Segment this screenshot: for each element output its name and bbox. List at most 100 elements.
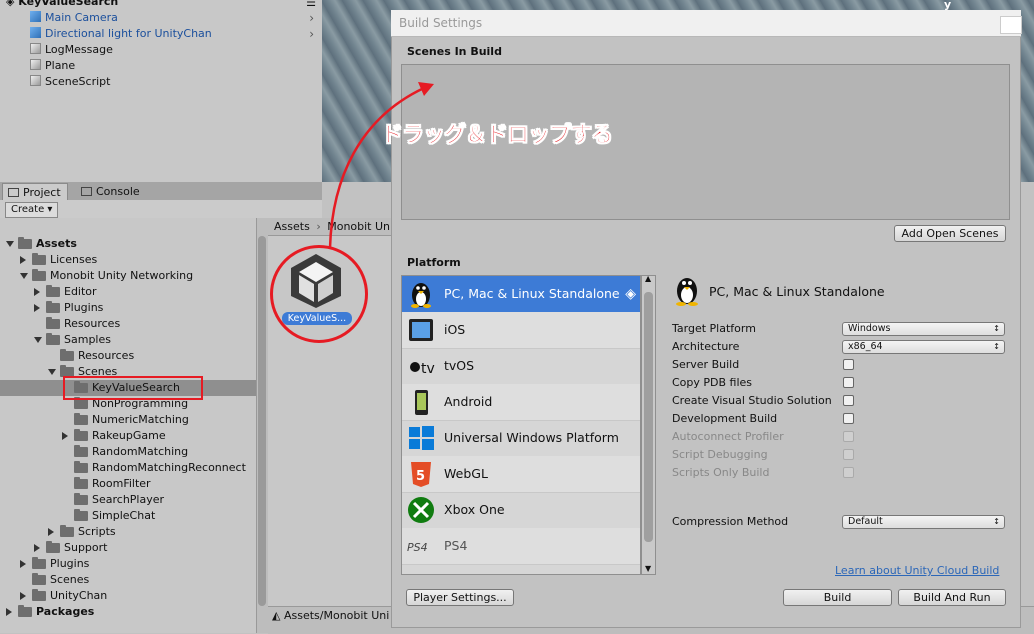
platform-item-label: iOS <box>444 322 466 337</box>
platform-item[interactable]: 5 WebGL <box>402 456 640 493</box>
tree-item[interactable]: Scenes <box>0 572 256 588</box>
tree-item[interactable]: Editor <box>0 284 256 300</box>
scroll-down-arrow-icon[interactable]: ▼ <box>645 564 651 573</box>
platform-item-label: tvOS <box>444 358 475 373</box>
tree-item[interactable]: Resources <box>0 316 256 332</box>
tree-scrollbar-thumb[interactable] <box>258 236 266 606</box>
tree-item[interactable]: Plugins <box>0 300 256 316</box>
expand-open-icon[interactable] <box>48 369 56 375</box>
expand-closed-icon[interactable] <box>20 592 26 600</box>
setting-dropdown[interactable]: Windows <box>842 322 1005 336</box>
setting-label: Create Visual Studio Solution <box>672 394 832 407</box>
tree-item-label: Packages <box>36 605 95 618</box>
tree-item[interactable]: UnityChan <box>0 588 256 604</box>
scroll-up-arrow-icon[interactable]: ▲ <box>645 274 651 283</box>
create-button[interactable]: Create ▾ <box>5 202 59 218</box>
folder-icon <box>46 317 60 329</box>
expand-closed-icon[interactable] <box>48 528 54 536</box>
tree-item[interactable]: RandomMatchingReconnect <box>0 460 256 476</box>
add-open-scenes-button[interactable]: Add Open Scenes <box>894 225 1006 242</box>
svg-text:tv: tv <box>421 361 435 377</box>
platform-item[interactable]: Universal Windows Platform <box>402 420 640 457</box>
setting-checkbox[interactable] <box>843 377 854 388</box>
expand-open-icon[interactable] <box>34 337 42 343</box>
tree-item[interactable]: Samples <box>0 332 256 348</box>
expand-open-icon[interactable] <box>6 241 14 247</box>
tree-item[interactable]: NumericMatching <box>0 412 256 428</box>
tree-item[interactable]: Plugins <box>0 556 256 572</box>
expand-closed-icon[interactable] <box>34 544 40 552</box>
tree-item[interactable]: Resources <box>0 348 256 364</box>
platform-item[interactable]: PS4 PS4 <box>402 528 640 565</box>
expand-closed-icon[interactable] <box>6 608 12 616</box>
expand-closed-icon[interactable] <box>34 304 40 312</box>
unity-logo-icon[interactable] <box>285 250 347 312</box>
setting-dropdown[interactable]: x86_64 <box>842 340 1005 354</box>
tree-item[interactable]: Support <box>0 540 256 556</box>
setting-label: Development Build <box>672 412 778 425</box>
platform-scrollbar-thumb[interactable] <box>644 292 653 542</box>
tree-item[interactable]: Scripts <box>0 524 256 540</box>
build-and-run-button[interactable]: Build And Run <box>898 589 1006 606</box>
hierarchy-item[interactable]: LogMessage <box>30 42 320 58</box>
folder-icon <box>32 253 46 265</box>
tree-item[interactable]: Packages <box>0 604 256 620</box>
player-settings-button[interactable]: Player Settings... <box>406 589 514 606</box>
android-phone-icon <box>415 390 428 415</box>
setting-checkbox <box>843 431 854 442</box>
tree-item-label: SearchPlayer <box>92 493 165 506</box>
compression-method-dropdown[interactable]: Default <box>842 515 1005 529</box>
tab-project[interactable]: Project <box>2 183 68 201</box>
tree-item[interactable]: SearchPlayer <box>0 492 256 508</box>
setting-checkbox[interactable] <box>843 395 854 406</box>
hierarchy-scene-root[interactable]: ◈ KeyValueSearch <box>6 0 118 10</box>
hierarchy-item[interactable]: Plane <box>30 58 320 74</box>
tree-item[interactable]: RandomMatching <box>0 444 256 460</box>
project-folder-tree[interactable]: Assets Licenses Monobit Unity Networking Ed… <box>0 218 256 633</box>
breadcrumb-assets[interactable]: Assets <box>274 220 310 233</box>
setting-checkbox[interactable] <box>843 413 854 424</box>
platform-item[interactable]: Android <box>402 384 640 421</box>
tree-item-label: RakeupGame <box>92 429 166 442</box>
unity-cloud-build-link[interactable]: Learn about Unity Cloud Build <box>835 564 999 577</box>
tree-item-label: Samples <box>64 333 111 346</box>
asset-label[interactable]: KeyValueS... <box>282 312 352 325</box>
setting-checkbox[interactable] <box>843 359 854 370</box>
build-settings-titlebar[interactable]: Build Settings <box>391 10 1021 37</box>
setting-label: Architecture <box>672 340 740 353</box>
expand-closed-icon[interactable] <box>34 288 40 296</box>
platform-item[interactable]: tv tvOS <box>402 348 640 385</box>
tree-item[interactable]: Licenses <box>0 252 256 268</box>
tree-item[interactable]: RakeupGame <box>0 428 256 444</box>
chevron-right-icon[interactable]: › <box>309 10 314 26</box>
platform-item-label: WebGL <box>444 466 488 481</box>
folder-icon <box>32 573 46 585</box>
tree-item[interactable]: SimpleChat <box>0 508 256 524</box>
expand-closed-icon[interactable] <box>20 256 26 264</box>
tree-item[interactable]: Assets <box>0 236 256 252</box>
tree-item[interactable]: Monobit Unity Networking <box>0 268 256 284</box>
gameobject-icon <box>30 75 41 86</box>
folder-icon <box>46 333 60 345</box>
hierarchy-item[interactable]: SceneScript <box>30 74 320 90</box>
expand-closed-icon[interactable] <box>20 560 26 568</box>
folder-icon <box>32 589 46 601</box>
console-icon <box>81 187 92 196</box>
close-button[interactable] <box>1000 16 1022 34</box>
platform-item[interactable]: iOS <box>402 312 640 349</box>
hierarchy-item[interactable]: Directional light for UnityChan › <box>30 26 320 42</box>
tree-item-label: Scripts <box>78 525 116 538</box>
hierarchy-menu-icon[interactable]: ☰ <box>306 0 316 9</box>
platform-item[interactable]: Xbox One <box>402 492 640 529</box>
expand-closed-icon[interactable] <box>62 432 68 440</box>
build-button[interactable]: Build <box>783 589 892 606</box>
platform-item[interactable]: PC, Mac & Linux Standalone ◈ <box>402 276 640 313</box>
unity-asset-icon: ◭ <box>272 609 284 622</box>
gameobject-blue-icon <box>30 11 41 22</box>
expand-open-icon[interactable] <box>20 273 28 279</box>
platform-list[interactable]: PC, Mac & Linux Standalone ◈ iOS tv tvOS Andr… <box>401 275 641 575</box>
hierarchy-item[interactable]: Main Camera › <box>30 10 320 26</box>
tab-console[interactable]: Console <box>76 183 146 200</box>
tree-item[interactable]: RoomFilter <box>0 476 256 492</box>
chevron-right-icon[interactable]: › <box>309 26 314 42</box>
